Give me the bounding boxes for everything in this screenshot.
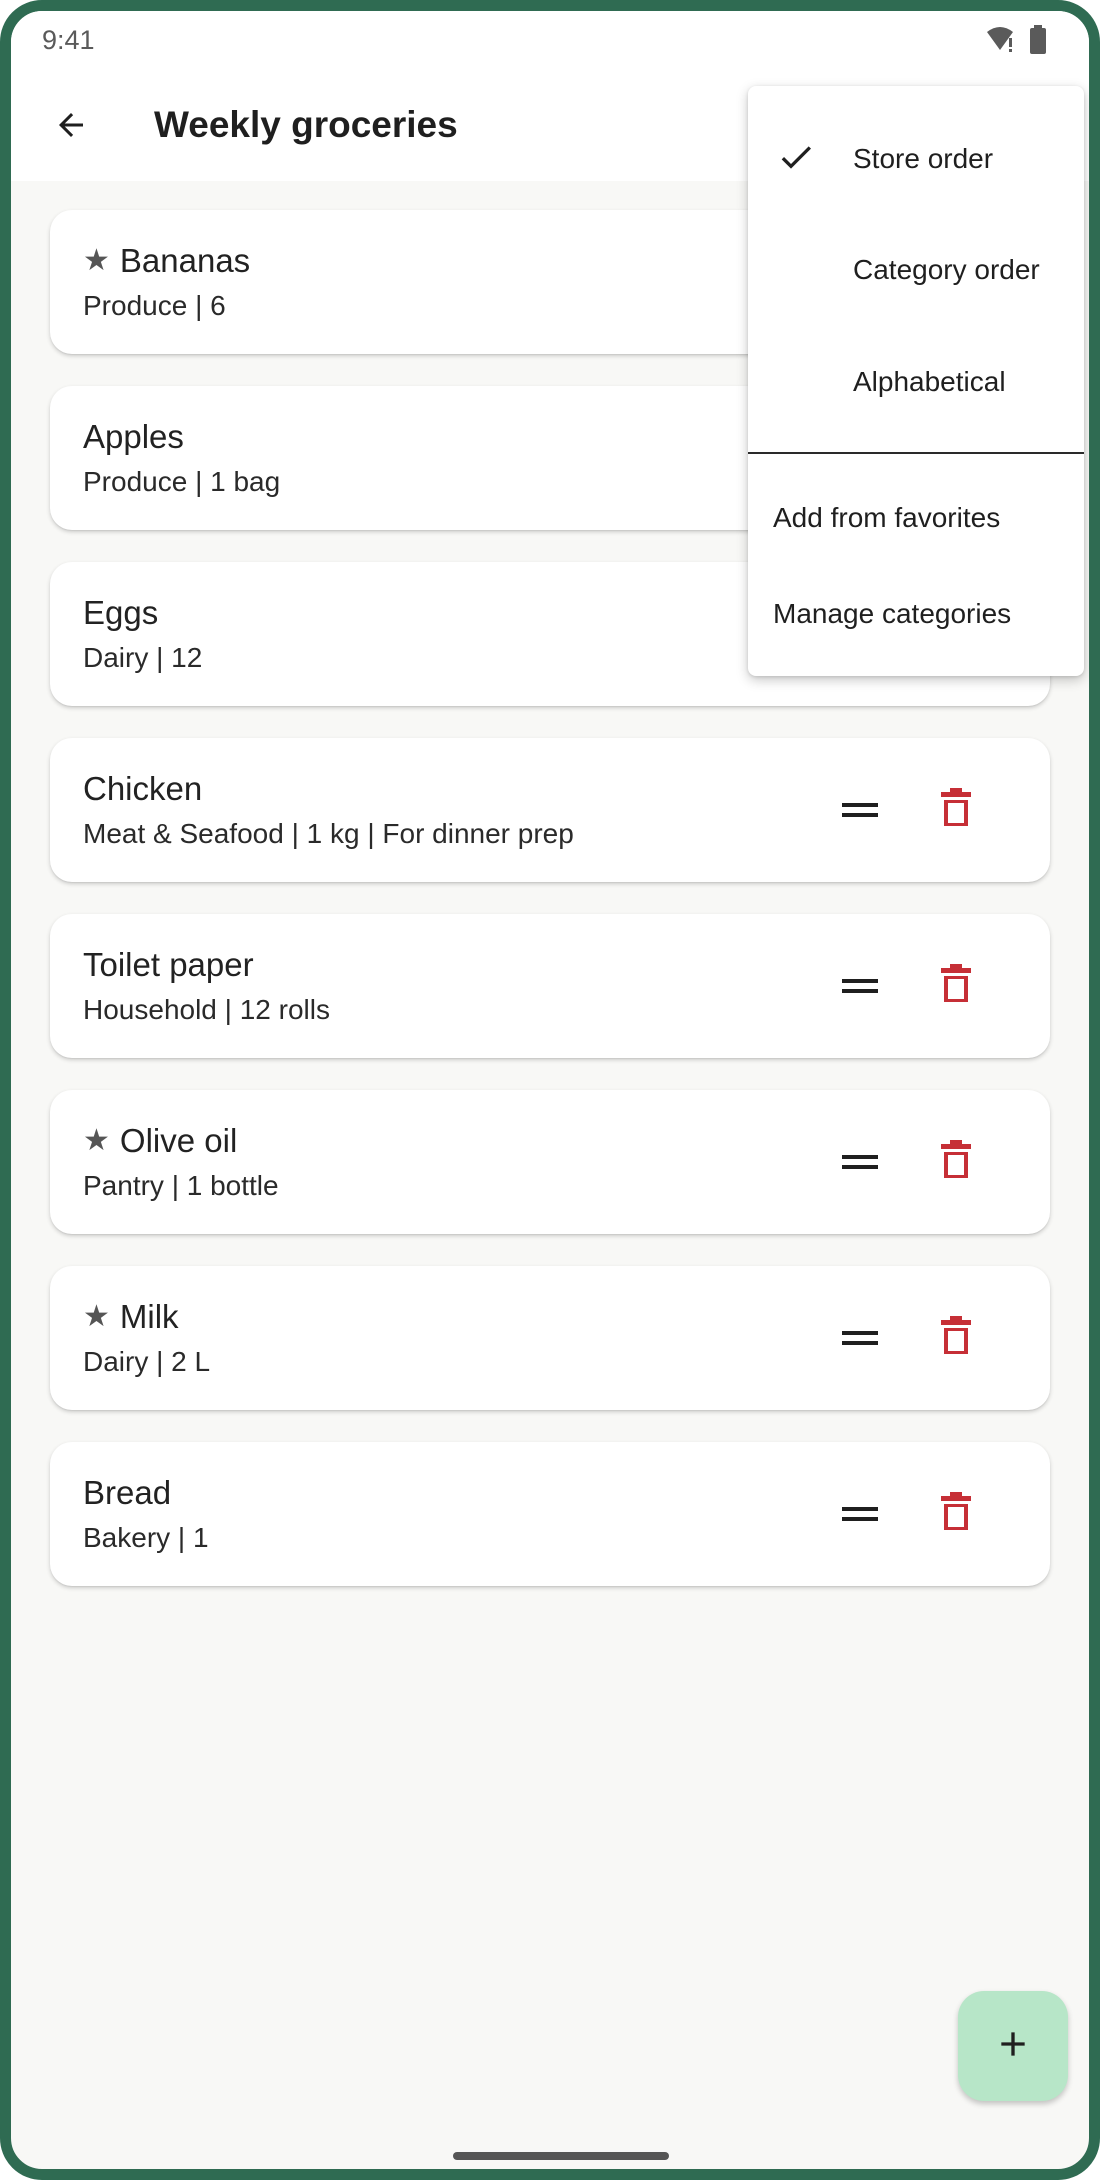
item-detail: Produce | 1 bag bbox=[83, 466, 281, 497]
star-icon: ★ bbox=[83, 1124, 110, 1157]
menu-item-label: Manage categories bbox=[773, 598, 1012, 629]
device-frame: 9:41 Weekly groceries ★ Bananas Produce … bbox=[0, 0, 1100, 2180]
drag-handle-icon[interactable] bbox=[840, 1494, 880, 1534]
item-title: Toilet paper bbox=[83, 946, 254, 984]
list-item[interactable]: Toilet paper Household | 12 rolls bbox=[50, 914, 1050, 1058]
back-button[interactable] bbox=[41, 97, 101, 157]
item-detail: Dairy | 2 L bbox=[83, 1346, 211, 1377]
status-bar: 9:41 bbox=[11, 11, 1089, 73]
item-name: Bread bbox=[83, 1474, 172, 1511]
plus-icon bbox=[993, 2024, 1033, 2069]
item-title: ★ Olive oil bbox=[83, 1122, 237, 1160]
menu-item-label: Store order bbox=[853, 143, 994, 174]
item-title: Chicken bbox=[83, 770, 202, 808]
item-name: Chicken bbox=[83, 770, 203, 807]
menu-divider bbox=[748, 452, 1084, 454]
page-title: Weekly groceries bbox=[154, 104, 458, 145]
item-name: Toilet paper bbox=[83, 946, 254, 983]
trash-icon bbox=[939, 1139, 973, 1185]
list-item[interactable]: Bread Bakery | 1 bbox=[50, 1442, 1050, 1586]
item-name: Apples bbox=[83, 418, 184, 455]
check-icon bbox=[776, 137, 816, 184]
add-item-button[interactable] bbox=[958, 1991, 1068, 2101]
item-detail: Bakery | 1 bbox=[83, 1522, 209, 1553]
menu-item-label: Alphabetical bbox=[853, 366, 1006, 397]
item-detail: Dairy | 12 bbox=[83, 642, 203, 673]
drag-handle-icon[interactable] bbox=[840, 966, 880, 1006]
item-title: ★ Bananas bbox=[83, 242, 250, 280]
delete-button[interactable] bbox=[930, 784, 982, 836]
item-name: Olive oil bbox=[119, 1122, 238, 1159]
item-title: ★ Milk bbox=[83, 1298, 179, 1336]
item-detail: Pantry | 1 bottle bbox=[83, 1170, 279, 1201]
star-icon: ★ bbox=[83, 244, 110, 277]
delete-button[interactable] bbox=[930, 960, 982, 1012]
item-name: Milk bbox=[119, 1298, 179, 1335]
item-detail: Meat & Seafood | 1 kg | For dinner prep bbox=[83, 818, 574, 849]
item-name: Eggs bbox=[83, 594, 159, 631]
menu-item-label: Category order bbox=[853, 254, 1040, 285]
arrow-back-icon bbox=[53, 107, 89, 148]
item-title: Apples bbox=[83, 418, 184, 456]
trash-icon bbox=[939, 1315, 973, 1361]
delete-button[interactable] bbox=[930, 1312, 982, 1364]
drag-handle-icon[interactable] bbox=[840, 1142, 880, 1182]
list-item[interactable]: Chicken Meat & Seafood | 1 kg | For dinne… bbox=[50, 738, 1050, 882]
drag-handle-icon[interactable] bbox=[840, 1318, 880, 1358]
delete-button[interactable] bbox=[930, 1136, 982, 1188]
item-title: Bread bbox=[83, 1474, 171, 1512]
battery-icon bbox=[1029, 25, 1047, 60]
status-icons bbox=[985, 25, 1047, 60]
star-icon: ★ bbox=[83, 1300, 110, 1333]
home-indicator[interactable] bbox=[453, 2152, 669, 2160]
trash-icon bbox=[939, 1491, 973, 1537]
trash-icon bbox=[939, 963, 973, 1009]
item-detail: Produce | 6 bbox=[83, 290, 226, 321]
wifi-alert-icon bbox=[985, 26, 1017, 59]
delete-button[interactable] bbox=[930, 1488, 982, 1540]
status-time: 9:41 bbox=[42, 25, 95, 55]
item-name: Bananas bbox=[119, 242, 251, 279]
item-title: Eggs bbox=[83, 594, 158, 632]
list-item[interactable]: ★ Olive oil Pantry | 1 bottle bbox=[50, 1090, 1050, 1234]
item-detail: Household | 12 rolls bbox=[83, 994, 330, 1025]
drag-handle-icon[interactable] bbox=[840, 790, 880, 830]
menu-item-label: Add from favorites bbox=[773, 502, 1001, 533]
list-item[interactable]: ★ Milk Dairy | 2 L bbox=[50, 1266, 1050, 1410]
sort-menu: Store order Category order Alphabetical … bbox=[748, 86, 1084, 676]
trash-icon bbox=[939, 787, 973, 833]
